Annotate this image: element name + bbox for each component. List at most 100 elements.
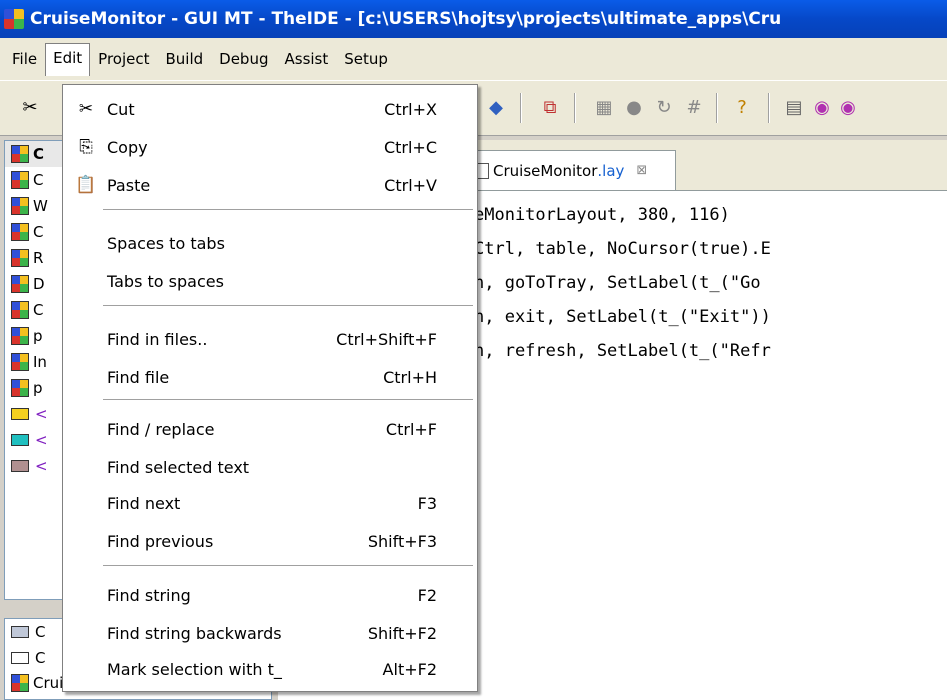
code-line: n, exit, SetLabel(t_("Exit")) xyxy=(474,307,771,327)
file-item-label: C xyxy=(35,649,46,667)
menu-separator xyxy=(103,565,473,567)
file-toolbar-icon[interactable]: ▤ xyxy=(782,95,806,119)
tree-item-label: In xyxy=(33,353,47,371)
assist-toolbar-icon[interactable]: ? xyxy=(730,95,754,119)
menu-item-find-replace[interactable]: Find / replace Ctrl+F xyxy=(63,411,477,447)
package-icon xyxy=(11,249,29,267)
document-icon xyxy=(11,652,29,664)
debug-toolbar-icon[interactable]: ● xyxy=(622,95,646,119)
menu-item-label: Paste xyxy=(107,175,151,195)
menu-item-find-in-files[interactable]: Find in files.. Ctrl+Shift+F xyxy=(63,321,477,357)
menu-item-find-next[interactable]: Find next F3 xyxy=(63,485,477,521)
menu-item-find-selected-text[interactable]: Find selected text xyxy=(63,449,477,485)
circle-toolbar-icon[interactable]: ◉ xyxy=(810,95,834,119)
menu-item-shortcut: F3 xyxy=(417,493,437,513)
package-icon xyxy=(11,674,29,692)
menu-setup[interactable]: Setup xyxy=(336,44,396,74)
menu-item-shortcut: Ctrl+X xyxy=(384,99,437,119)
menu-separator xyxy=(103,305,473,307)
tree-item-label: D xyxy=(33,275,45,293)
refresh-toolbar-icon[interactable]: ↻ xyxy=(652,95,676,119)
windows-toolbar-icon[interactable]: ⧉ xyxy=(538,95,562,119)
layout-icon xyxy=(11,460,29,472)
menu-assist[interactable]: Assist xyxy=(277,44,337,74)
menu-debug[interactable]: Debug xyxy=(211,44,276,74)
package-icon xyxy=(11,301,29,319)
menu-item-label: Mark selection with t_ xyxy=(107,659,282,679)
menu-item-label: Copy xyxy=(107,137,148,157)
tab-cruisemonitor-lay[interactable]: CruiseMonitor .lay ⊠ xyxy=(468,150,676,190)
menu-item-mark-selection[interactable]: Mark selection with t_ Alt+F2 xyxy=(63,651,477,687)
cut-toolbar-icon[interactable]: ✂ xyxy=(18,95,42,119)
paste-icon: 📋 xyxy=(75,175,97,195)
menu-item-label: Tabs to spaces xyxy=(107,271,224,291)
menu-item-label: Find / replace xyxy=(107,419,215,439)
tree-item-label: < xyxy=(35,405,48,423)
tree-item-label: p xyxy=(33,327,43,345)
menu-bar: File Edit Project Build Debug Assist Set… xyxy=(0,38,947,80)
package-icon xyxy=(11,353,29,371)
menu-item-label: Find selected text xyxy=(107,457,250,477)
tree-item-label: W xyxy=(33,197,48,215)
menu-item-shortcut: Ctrl+V xyxy=(384,175,437,195)
menu-item-copy[interactable]: ⎘ Copy Ctrl+C xyxy=(63,129,477,165)
menu-file[interactable]: File xyxy=(4,44,45,74)
menu-item-cut[interactable]: ✂ Cut Ctrl+X xyxy=(63,91,477,127)
menu-item-label: Find previous xyxy=(107,531,214,551)
menu-item-label: Find in files.. xyxy=(107,329,208,349)
toolbar-separator xyxy=(520,93,522,123)
tree-item-label: < xyxy=(35,457,48,475)
package-icon xyxy=(11,327,29,345)
package-icon xyxy=(11,223,29,241)
copy-icon: ⎘ xyxy=(79,137,93,157)
code-line: n, refresh, SetLabel(t_("Refr xyxy=(474,341,771,361)
tree-item-label: p xyxy=(33,379,43,397)
tree-item-label: R xyxy=(33,249,44,267)
menu-item-shortcut: Alt+F2 xyxy=(382,659,437,679)
close-tab-icon[interactable]: ⊠ xyxy=(636,163,647,178)
code-line: eMonitorLayout, 380, 116) xyxy=(474,205,730,225)
package-icon xyxy=(11,379,29,397)
file-icon xyxy=(477,162,489,179)
hash-toolbar-icon[interactable]: # xyxy=(682,95,706,119)
menu-item-label: Find string xyxy=(107,585,191,605)
tree-item-label: C xyxy=(33,223,44,241)
menu-item-label: Find file xyxy=(107,367,170,387)
menu-item-label: Cut xyxy=(107,99,135,119)
menu-item-find-previous[interactable]: Find previous Shift+F3 xyxy=(63,523,477,559)
package-icon xyxy=(11,171,29,189)
build-toolbar-icon[interactable]: ◆ xyxy=(484,95,508,119)
circle2-toolbar-icon[interactable]: ◉ xyxy=(836,95,860,119)
menu-item-shortcut: Shift+F2 xyxy=(367,623,437,643)
tree-item-label: C xyxy=(33,145,45,163)
toolbar-separator xyxy=(574,93,576,123)
menu-item-shortcut: F2 xyxy=(417,585,437,605)
files-icon xyxy=(11,626,29,638)
package-icon xyxy=(11,145,29,163)
toolbar-separator xyxy=(716,93,718,123)
menu-item-label: Spaces to tabs xyxy=(107,233,225,253)
package-icon xyxy=(11,197,29,215)
window-title: CruiseMonitor - GUI MT - TheIDE - [c:\US… xyxy=(30,9,782,29)
menu-project[interactable]: Project xyxy=(90,44,157,74)
menu-item-find-string-backwards[interactable]: Find string backwards Shift+F2 xyxy=(63,615,477,651)
layout-icon xyxy=(11,434,29,446)
menu-edit[interactable]: Edit xyxy=(45,42,91,76)
menu-item-shortcut: Ctrl+C xyxy=(383,137,437,157)
code-line: Ctrl, table, NoCursor(true).E xyxy=(474,239,771,259)
tab-ext: .lay xyxy=(597,161,625,180)
menu-item-find-string[interactable]: Find string F2 xyxy=(63,577,477,613)
code-line: n, goToTray, SetLabel(t_("Go xyxy=(474,273,761,293)
scissors-icon: ✂ xyxy=(78,99,94,119)
menu-item-label: Find next xyxy=(107,493,181,513)
menu-item-find-file[interactable]: Find file Ctrl+H xyxy=(63,359,477,395)
menu-item-shortcut: Shift+F3 xyxy=(367,531,437,551)
menu-build[interactable]: Build xyxy=(158,44,212,74)
grid-toolbar-icon[interactable]: ▦ xyxy=(592,95,616,119)
edit-menu: ✂ Cut Ctrl+X ⎘ Copy Ctrl+C 📋 Paste Ctrl+… xyxy=(62,84,478,692)
tree-item-label: < xyxy=(35,431,48,449)
menu-separator xyxy=(103,399,473,401)
menu-item-spaces-to-tabs[interactable]: Spaces to tabs xyxy=(63,225,477,261)
menu-item-tabs-to-spaces[interactable]: Tabs to spaces xyxy=(63,263,477,299)
menu-item-paste[interactable]: 📋 Paste Ctrl+V xyxy=(63,167,477,203)
